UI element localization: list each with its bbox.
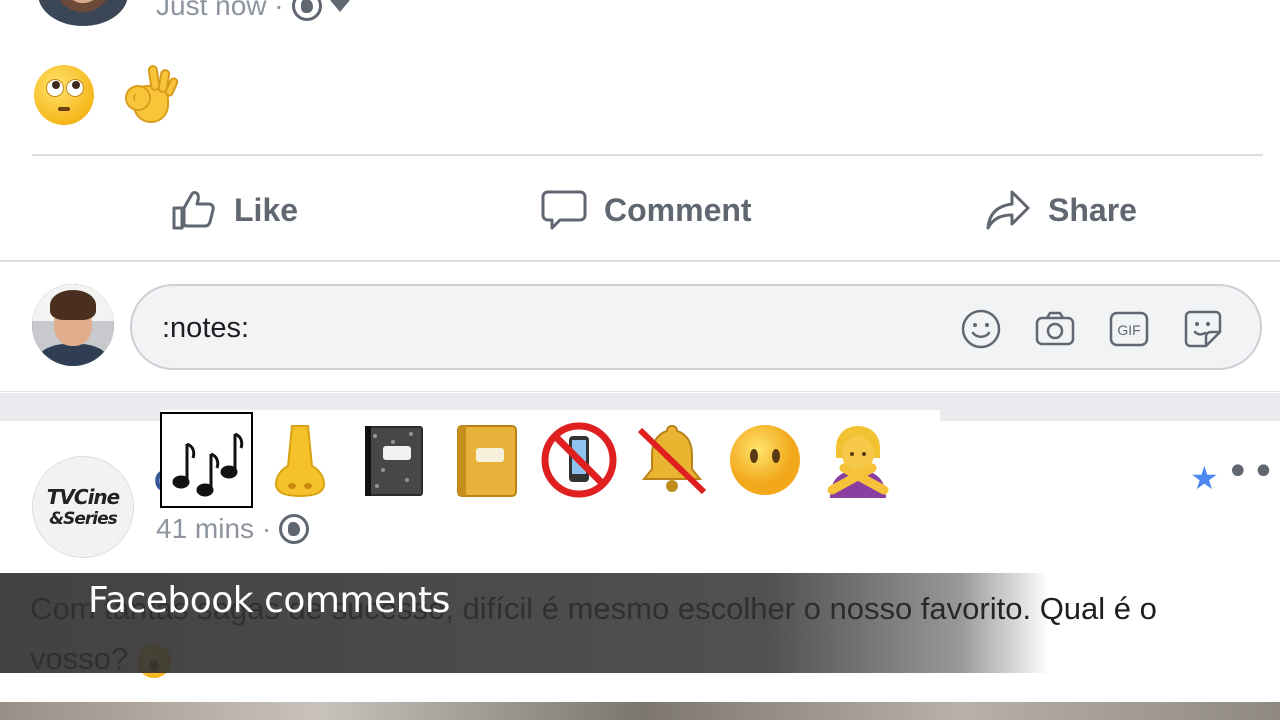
person-gesturing-no-icon bbox=[827, 426, 888, 498]
nose-icon bbox=[274, 425, 325, 498]
user-avatar[interactable] bbox=[32, 284, 114, 366]
speech-bubble-icon bbox=[541, 190, 587, 230]
post-meta: Just now · bbox=[156, 0, 350, 22]
no-mobile-phones-icon bbox=[541, 422, 616, 498]
post-meta: 41 mins · bbox=[156, 513, 310, 545]
face-with-rolling-eyes-icon bbox=[34, 65, 94, 126]
face-without-mouth-icon bbox=[729, 425, 800, 495]
post-actions: Like Comment Share bbox=[0, 170, 1280, 250]
video-caption: Facebook comments bbox=[88, 580, 450, 621]
emoji-suggestions bbox=[160, 410, 940, 510]
author-avatar[interactable] bbox=[38, 0, 128, 26]
like-label: Like bbox=[234, 191, 299, 228]
ledger-notebook-icon bbox=[456, 425, 517, 497]
emoji-suggestion-composition-notebook[interactable] bbox=[346, 412, 439, 508]
thumbs-up-icon bbox=[172, 191, 215, 230]
divider bbox=[0, 260, 1280, 262]
comment-composer: GIF bbox=[130, 284, 1262, 370]
share-button[interactable]: Share bbox=[984, 170, 1137, 250]
gif-icon[interactable]: GIF bbox=[1108, 308, 1150, 350]
divider bbox=[32, 154, 1263, 156]
page-logo[interactable]: TVCine &Series bbox=[32, 456, 134, 558]
globe-icon bbox=[291, 0, 322, 21]
comment-label: Comment bbox=[604, 191, 752, 228]
emoji-suggestion-ledger-notebook[interactable] bbox=[439, 412, 532, 508]
musical-notes-icon bbox=[172, 432, 243, 497]
post-time[interactable]: Just now · bbox=[156, 0, 284, 22]
more-options-icon[interactable]: ••• bbox=[1226, 449, 1280, 495]
bell-with-slash-icon bbox=[637, 424, 706, 495]
ok-hand-icon bbox=[125, 63, 180, 127]
like-button[interactable]: Like bbox=[170, 170, 298, 250]
sticker-icon[interactable] bbox=[1182, 308, 1224, 350]
share-label: Share bbox=[1048, 191, 1137, 228]
chevron-down-icon[interactable] bbox=[329, 0, 350, 12]
top-post: Just now · Like Comment Share:notes: GI… bbox=[0, 0, 1280, 392]
emoji-suggestion-no-mobile-phones[interactable] bbox=[532, 412, 625, 508]
comment-input[interactable] bbox=[162, 306, 862, 350]
emoji-suggestion-person-gesturing-no[interactable] bbox=[811, 412, 904, 508]
globe-icon bbox=[279, 514, 310, 544]
emoji-suggestion-face-without-mouth[interactable] bbox=[718, 412, 811, 508]
share-arrow-icon bbox=[986, 190, 1030, 230]
comment-button[interactable]: Comment bbox=[540, 170, 752, 250]
composer-tools: GIF bbox=[960, 308, 1224, 350]
camera-icon[interactable] bbox=[1034, 308, 1076, 350]
emoji-suggestion-nose[interactable] bbox=[253, 412, 346, 508]
image-preview[interactable] bbox=[0, 702, 1280, 720]
star-icon[interactable]: ★ bbox=[1190, 459, 1219, 497]
composition-notebook-icon bbox=[364, 426, 423, 496]
smiley-icon[interactable] bbox=[960, 308, 1002, 350]
emoji-suggestion-bell-with-slash[interactable] bbox=[625, 412, 718, 508]
astonished-face-icon bbox=[136, 643, 171, 678]
gif-label: GIF bbox=[1117, 322, 1140, 338]
post-time[interactable]: 41 mins · bbox=[156, 513, 271, 545]
post-body-emojis bbox=[34, 60, 180, 127]
emoji-suggestion-musical-notes[interactable] bbox=[160, 412, 253, 508]
